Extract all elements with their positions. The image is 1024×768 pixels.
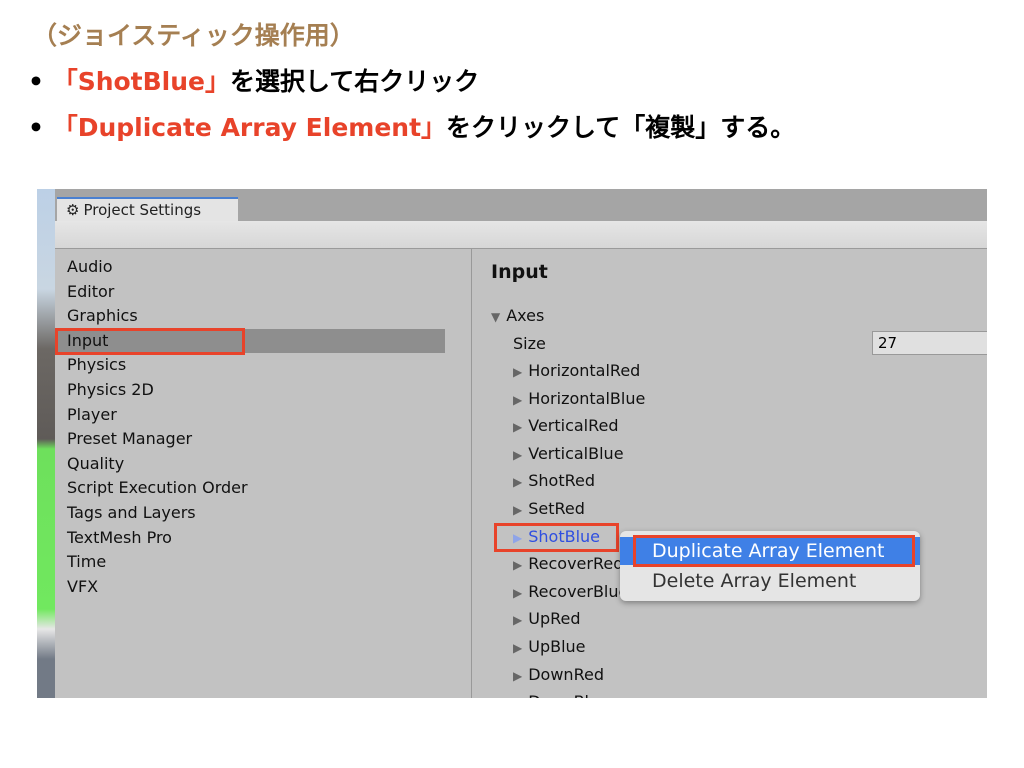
triangle-down-icon: ▼ [491, 310, 501, 324]
sidebar-item[interactable]: Time [67, 552, 106, 571]
axes-label: Axes [506, 306, 545, 325]
axis-label: ShotRed [528, 471, 595, 491]
triangle-right-icon: ▶ [513, 641, 523, 655]
toolbar [55, 221, 987, 249]
axis-label: SetRed [528, 499, 585, 518]
axis-item[interactable]: ▶ RecoverRed [513, 554, 623, 573]
axis-label: VerticalRed [528, 416, 619, 436]
triangle-right-icon: ▶ [513, 558, 523, 573]
gear-icon: ⚙ [66, 201, 80, 219]
axis-item[interactable]: ▶ UpBlue [513, 637, 586, 656]
axis-item[interactable]: ▶ DownBlue [513, 692, 609, 698]
triangle-right-icon: ▶ [513, 392, 523, 407]
axis-label: VerticalBlue [528, 443, 624, 463]
sidebar-item[interactable]: Preset Manager [67, 429, 192, 448]
axis-label: UpRed [528, 609, 581, 629]
size-input[interactable]: 27 [872, 331, 987, 355]
axis-item[interactable]: ▶ DownRed [513, 665, 604, 684]
input-panel: Input ▼ Axes Size 27 ▶ HorizontalRed ▶ Horiz… [472, 249, 987, 698]
triangle-right-icon: ▶ [513, 475, 523, 490]
sidebar-item[interactable]: TextMesh Pro [67, 528, 172, 547]
menu-item-delete-array-element[interactable]: Delete Array Element [620, 567, 920, 595]
text: を選択して右クリック [230, 67, 480, 96]
axis-label: UpBlue [528, 637, 586, 656]
axis-item[interactable]: ▶ ShotRed [513, 471, 595, 490]
axes-foldout[interactable]: ▼ Axes [491, 306, 544, 325]
triangle-right-icon: ▶ [513, 365, 523, 379]
axis-label: DownRed [528, 664, 604, 684]
instruction-1: • 「ShotBlue」を選択して右クリック [28, 67, 480, 96]
sidebar-item[interactable]: Editor [67, 282, 114, 301]
sidebar-item[interactable]: Tags and Layers [67, 503, 196, 522]
axis-label: HorizontalRed [528, 361, 641, 380]
axis-label: DownBlue [528, 692, 609, 698]
axis-item[interactable]: ▶ HorizontalRed [513, 361, 640, 380]
axis-item[interactable]: ▶ SetRed [513, 499, 585, 518]
triangle-right-icon: ▶ [513, 447, 523, 462]
annotation-box-duplicate [633, 535, 915, 567]
highlight: 「Duplicate Array Element」 [52, 113, 447, 142]
sidebar-item[interactable]: Player [67, 405, 117, 424]
sidebar-item[interactable]: Physics 2D [67, 380, 154, 399]
instruction-2: • 「Duplicate Array Element」をクリックして「複製」する… [28, 113, 796, 142]
scene-view-strip [37, 189, 55, 698]
sidebar-item[interactable]: Script Execution Order [67, 478, 248, 497]
sidebar-item[interactable]: VFX [67, 577, 98, 596]
axis-item[interactable]: ▶ RecoverBlue [513, 582, 628, 601]
axis-item[interactable]: ▶ UpRed [513, 609, 581, 628]
axis-label: HorizontalBlue [528, 388, 646, 408]
sidebar-item[interactable]: Graphics [67, 306, 138, 325]
axis-item[interactable]: ▶ HorizontalBlue [513, 389, 645, 408]
caption-title: （ジョイスティック操作用） [32, 21, 355, 50]
size-label: Size [513, 334, 546, 353]
triangle-right-icon: ▶ [513, 503, 523, 517]
annotation-box-shotblue [494, 523, 619, 552]
tab-project-settings[interactable]: ⚙ Project Settings [57, 197, 238, 222]
axis-item[interactable]: ▶ VerticalBlue [513, 444, 624, 463]
settings-sidebar: Audio Editor Graphics Input Physics Physics 2… [55, 249, 472, 698]
context-menu: Duplicate Array Element Delete Array Ele… [620, 531, 920, 601]
tab-label: Project Settings [83, 201, 202, 219]
text: をクリックして「複製」する。 [446, 113, 796, 142]
highlight: 「ShotBlue」 [52, 67, 230, 96]
triangle-right-icon: ▶ [513, 668, 523, 683]
axis-item[interactable]: ▶ VerticalRed [513, 416, 619, 435]
triangle-right-icon: ▶ [513, 585, 523, 600]
page-title: Input [491, 261, 548, 283]
triangle-right-icon: ▶ [513, 696, 522, 698]
axis-label: RecoverRed [528, 554, 624, 574]
triangle-right-icon: ▶ [513, 420, 523, 435]
triangle-right-icon: ▶ [513, 613, 523, 628]
axis-label: RecoverBlue [528, 581, 629, 601]
sidebar-item[interactable]: Audio [67, 257, 112, 276]
sidebar-item[interactable]: Quality [67, 454, 124, 473]
annotation-box-input [55, 328, 245, 355]
sidebar-item[interactable]: Physics [67, 355, 126, 374]
project-settings-window: ⚙ Project Settings Audio Editor Graphics Inp… [37, 189, 987, 698]
